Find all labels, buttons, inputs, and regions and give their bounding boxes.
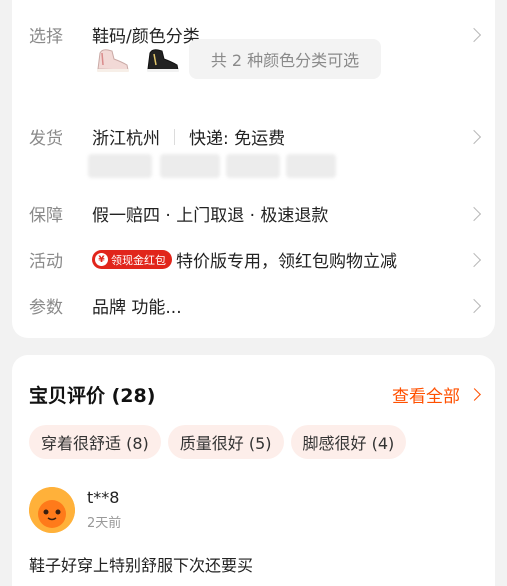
chevron-right-icon	[466, 298, 482, 314]
review-tag[interactable]: 穿着很舒适 (8)	[29, 425, 161, 459]
view-all-link[interactable]: 查看全部	[392, 382, 481, 407]
params-label: 参数	[29, 298, 63, 318]
variant-count-pill[interactable]: 共 2 种颜色分类可选	[189, 39, 381, 79]
red-packet-badge[interactable]: ¥ 领现金红包	[92, 250, 172, 269]
shipping-label: 发货	[29, 129, 63, 149]
activity-label: 活动	[29, 252, 63, 272]
guarantee-label: 保障	[29, 206, 63, 226]
avatar[interactable]	[29, 487, 75, 533]
shipping-location: 浙江杭州	[92, 129, 160, 149]
chevron-right-icon	[466, 27, 482, 43]
guarantee-value: 假一赔四 · 上门取退 · 极速退款	[92, 206, 329, 226]
shipping-delivery: 快递: 免运费	[189, 129, 286, 149]
review-tag[interactable]: 脚感很好 (4)	[290, 425, 407, 459]
select-value: 鞋码/颜色分类	[92, 27, 200, 47]
blurred-text	[286, 154, 336, 178]
review-tag[interactable]: 质量很好 (5)	[167, 425, 284, 459]
red-packet-badge-label: 领现金红包	[111, 253, 166, 267]
blurred-text	[88, 154, 152, 178]
reviews-card: 宝贝评价 (28) 查看全部 穿着很舒适 (8) 质量很好 (5) 脚感很好 (…	[12, 355, 495, 586]
activity-text: 特价版专用，领红包购物立减	[176, 252, 397, 272]
reviews-title: 宝贝评价 (28)	[29, 385, 156, 407]
params-value: 品牌 功能...	[92, 298, 182, 318]
shipping-value: 浙江杭州 快递: 免运费	[92, 124, 285, 149]
activity-value: ¥ 领现金红包 特价版专用，领红包购物立减	[92, 247, 397, 272]
variant-thumbnail-pink[interactable]	[92, 45, 132, 75]
review-text[interactable]: 鞋子好穿上特别舒服下次还要买	[29, 552, 253, 576]
select-label: 选择	[29, 27, 63, 47]
variant-thumbnail-black[interactable]	[142, 45, 182, 75]
chevron-right-icon	[466, 129, 482, 145]
review-tags: 穿着很舒适 (8) 质量很好 (5) 脚感很好 (4)	[29, 425, 413, 459]
chevron-right-icon	[468, 388, 481, 401]
product-info-card: 选择 鞋码/颜色分类 共 2 种颜色分类可选 发货 浙江杭州 快递: 免运费 保…	[12, 0, 495, 338]
yen-icon: ¥	[95, 253, 108, 266]
blurred-text	[160, 154, 220, 178]
reviewer-name: t**8	[87, 488, 120, 507]
chevron-right-icon	[466, 206, 482, 222]
view-all-label: 查看全部	[392, 387, 460, 407]
blurred-text	[226, 154, 280, 178]
review-time: 2天前	[87, 516, 122, 531]
divider	[174, 128, 175, 145]
chevron-right-icon	[466, 252, 482, 268]
avatar-face-icon	[29, 487, 75, 533]
